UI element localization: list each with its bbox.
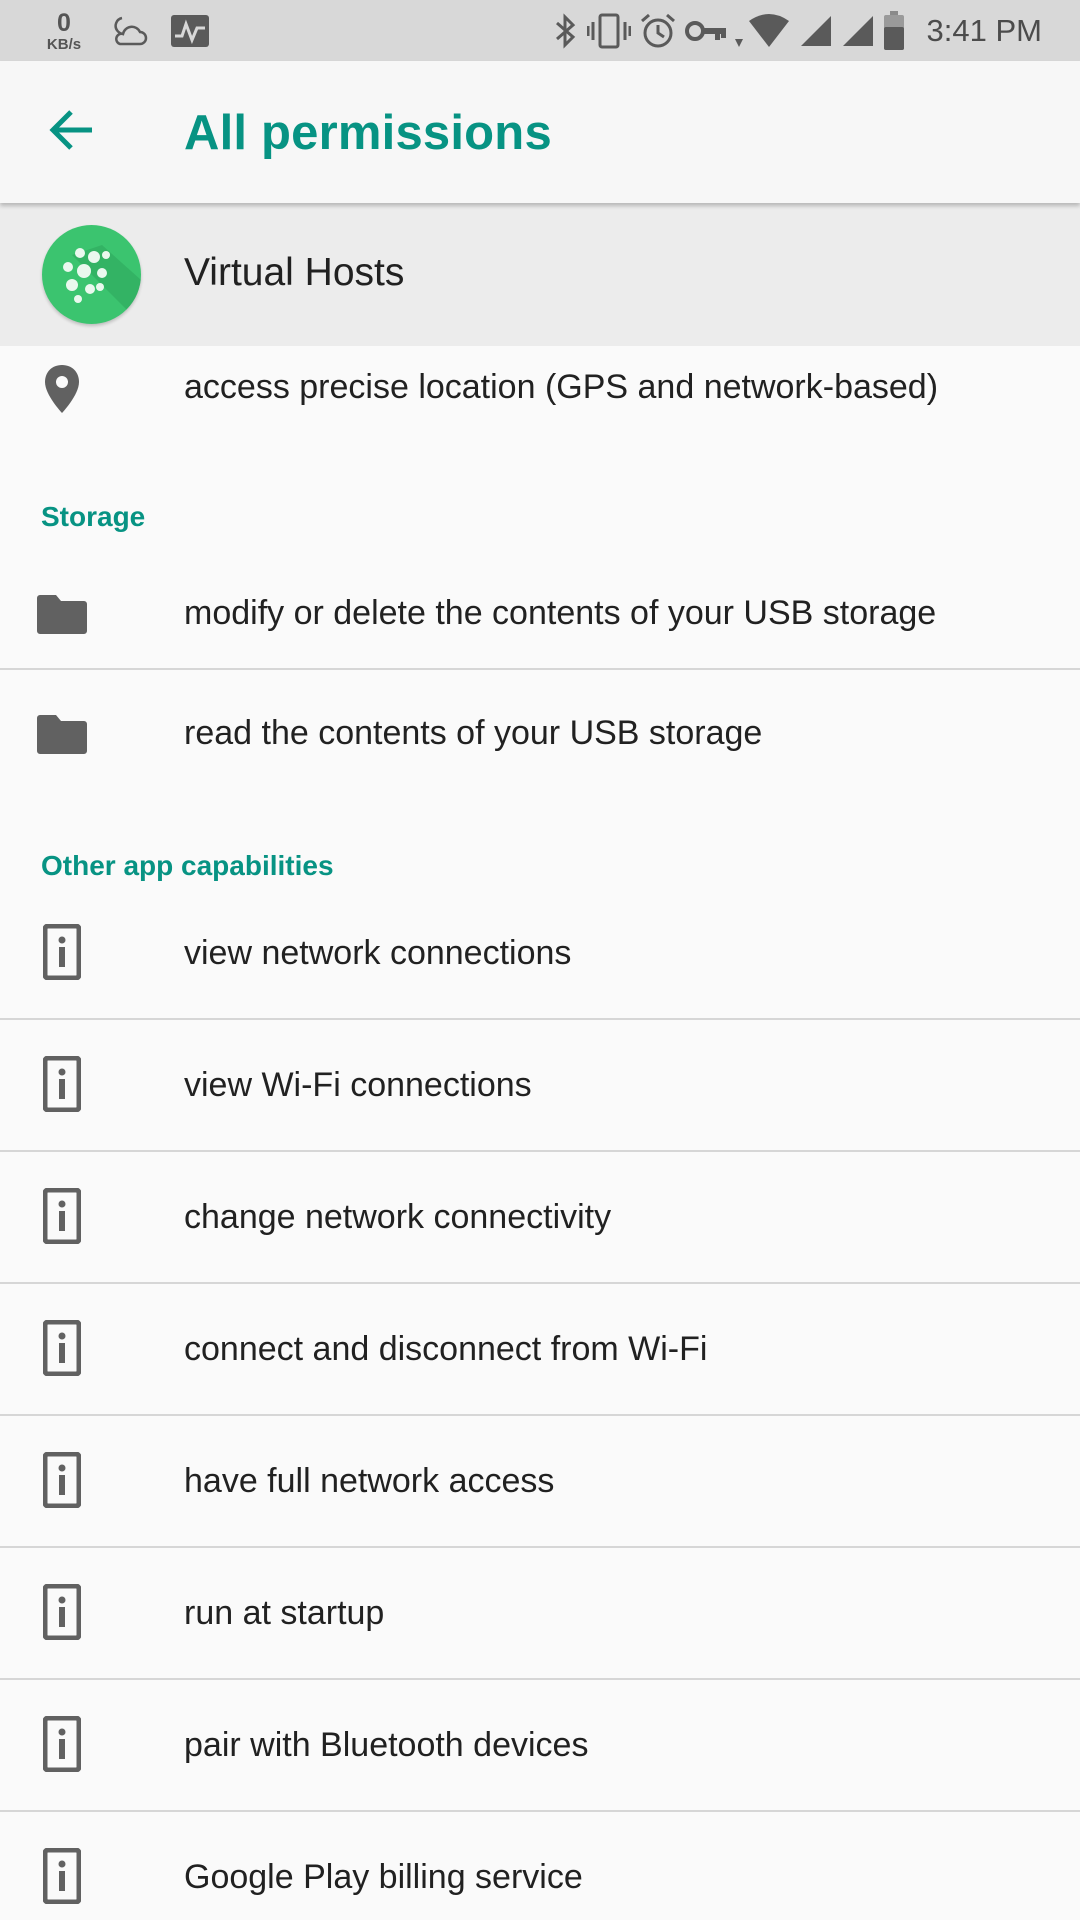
permission-row-other[interactable]: view Wi-Fi connections (0, 1036, 1080, 1168)
permission-row-other[interactable]: Google Play billing service (0, 1828, 1080, 1920)
section-header-other: Other app capabilities (41, 850, 334, 881)
app-name: Virtual Hosts (184, 251, 405, 294)
divider (0, 1810, 1080, 1812)
permission-row-other[interactable]: have full network access (0, 1432, 1080, 1564)
device-info-icon (30, 1318, 94, 1378)
weather-cloudy-night-icon (108, 14, 148, 48)
permission-row-other[interactable]: run at startup (0, 1564, 1080, 1696)
status-bar-right: 3:41 PM (553, 0, 1042, 61)
alarm-icon (639, 12, 677, 50)
status-bar: 0 KB/s 3:41 PM (0, 0, 1080, 61)
divider (0, 1150, 1080, 1152)
app-bar: All permissions (0, 61, 1080, 203)
permission-label: view network connections (184, 934, 572, 972)
battery-icon (883, 10, 905, 51)
bluetooth-icon (553, 12, 579, 49)
page-title: All permissions (184, 106, 552, 160)
location-pin-icon (30, 364, 94, 414)
permission-label: access precise location (GPS and network… (184, 368, 939, 406)
network-speed-value: 0 (57, 8, 71, 37)
section-header-storage: Storage (41, 501, 146, 532)
device-info-icon (30, 1054, 94, 1114)
network-speed-unit: KB/s (46, 35, 82, 53)
app-header: Virtual Hosts (0, 203, 1080, 346)
permission-label: modify or delete the contents of your US… (184, 594, 937, 632)
status-bar-left: 0 KB/s (40, 6, 210, 56)
permission-label: view Wi-Fi connections (184, 1066, 532, 1104)
signal-icon (799, 14, 833, 48)
permission-label: pair with Bluetooth devices (184, 1726, 589, 1764)
permission-row-other[interactable]: pair with Bluetooth devices (0, 1696, 1080, 1828)
network-speed: 0 KB/s (40, 8, 88, 53)
divider (0, 1546, 1080, 1548)
permission-label: connect and disconnect from Wi-Fi (184, 1330, 708, 1368)
device-info-icon (30, 1714, 94, 1774)
permission-row-other[interactable]: change network connectivity (0, 1168, 1080, 1300)
permission-row-other[interactable]: connect and disconnect from Wi-Fi (0, 1300, 1080, 1432)
signal-icon (841, 14, 875, 48)
vibrate-icon (586, 13, 631, 49)
permission-label: read the contents of your USB storage (184, 714, 763, 752)
permission-label: Google Play billing service (184, 1858, 583, 1896)
permission-row-other[interactable]: view network connections (0, 904, 1080, 1036)
divider (0, 1018, 1080, 1020)
device-info-icon (30, 922, 94, 982)
permission-label: have full network access (184, 1462, 555, 1500)
permission-row-storage-read[interactable]: read the contents of your USB storage (0, 670, 1080, 802)
wifi-icon (734, 13, 791, 49)
device-info-icon (30, 1846, 94, 1906)
back-button[interactable] (28, 97, 114, 167)
divider (0, 1282, 1080, 1284)
divider (0, 1678, 1080, 1680)
permission-row-location[interactable]: access precise location (GPS and network… (0, 346, 1080, 432)
device-info-icon (30, 1582, 94, 1642)
divider (0, 1414, 1080, 1416)
clock: 3:41 PM (926, 12, 1042, 48)
permission-label: change network connectivity (184, 1198, 612, 1236)
folder-icon (30, 710, 94, 758)
activity-monitor-icon (170, 14, 210, 48)
device-info-icon (30, 1450, 94, 1510)
device-info-icon (30, 1186, 94, 1246)
folder-icon (30, 590, 94, 638)
arrow-back-icon (48, 109, 94, 156)
permission-label: run at startup (184, 1594, 385, 1632)
permission-row-storage-modify[interactable]: modify or delete the contents of your US… (0, 560, 1080, 668)
vpn-key-icon (684, 19, 727, 43)
app-icon (42, 225, 141, 324)
